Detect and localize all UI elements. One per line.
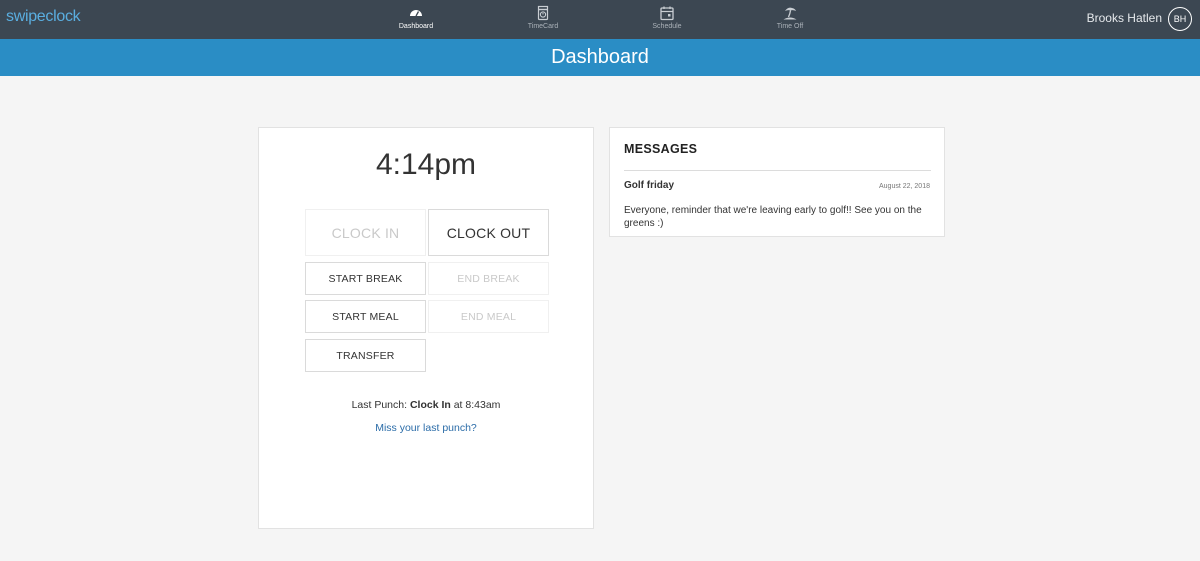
page-title: Dashboard — [551, 46, 649, 68]
clock-card: 4:14pm CLOCK IN CLOCK OUT START BREAK EN… — [258, 127, 594, 529]
avatar[interactable]: BH — [1168, 7, 1192, 31]
start-meal-button[interactable]: START MEAL — [305, 300, 426, 333]
nav-timecard[interactable]: TimeCard — [513, 5, 573, 30]
start-break-button[interactable]: START BREAK — [305, 262, 426, 295]
dashboard-icon — [410, 10, 422, 17]
timecard-icon — [537, 5, 549, 21]
last-punch-type: Clock In — [409, 399, 451, 411]
transfer-button[interactable]: TRANSFER — [305, 339, 426, 372]
nav-time-off[interactable]: Time Off — [760, 5, 820, 30]
last-punch-time: at 8:43am — [453, 399, 501, 411]
end-meal-button[interactable]: END MEAL — [428, 300, 549, 333]
nav-label-time-off: Time Off — [776, 23, 804, 30]
clock-out-button[interactable]: CLOCK OUT — [428, 209, 549, 256]
last-punch-info: Last Punch: Clock In at 8:43am — [259, 399, 593, 411]
swipeclock-logo[interactable]: swipeclock — [6, 8, 81, 26]
messages-divider — [624, 170, 931, 171]
nav-schedule[interactable]: Schedule — [637, 5, 697, 30]
message-subject[interactable]: Golf friday — [624, 180, 674, 191]
top-nav-bar: swipeclock Dashboard TimeCard Schedule T… — [0, 0, 1200, 39]
messages-card: MESSAGES Golf friday August 22, 2018 Eve… — [609, 127, 945, 237]
nav-dashboard[interactable]: Dashboard — [386, 5, 446, 30]
page-title-bar: Dashboard — [0, 39, 1200, 76]
message-date: August 22, 2018 — [879, 183, 930, 190]
island-icon — [783, 7, 797, 20]
nav-label-schedule: Schedule — [652, 23, 682, 30]
calendar-icon — [660, 6, 674, 21]
end-break-button[interactable]: END BREAK — [428, 262, 549, 295]
nav-label-dashboard: Dashboard — [398, 23, 434, 30]
user-name[interactable]: Brooks Hatlen — [1087, 11, 1162, 25]
miss-punch-link[interactable]: Miss your last punch? — [259, 422, 593, 434]
messages-heading: MESSAGES — [624, 142, 698, 156]
message-body: Everyone, reminder that we're leaving ea… — [624, 205, 922, 229]
clock-in-button[interactable]: CLOCK IN — [305, 209, 426, 256]
current-time: 4:14pm — [375, 148, 477, 181]
nav-label-timecard: TimeCard — [527, 23, 559, 30]
last-punch-prefix: Last Punch: — [351, 399, 408, 411]
